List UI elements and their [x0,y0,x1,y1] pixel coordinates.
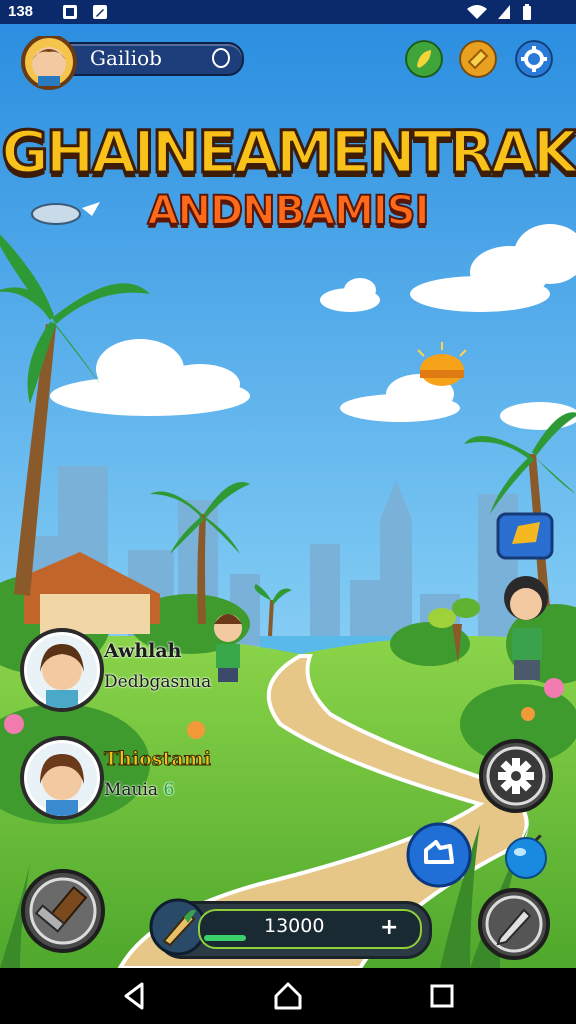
status-time: 138 [8,3,34,20]
game-title: GHAINEAMENTRAK [0,117,576,188]
gear-icon[interactable] [515,40,553,78]
hammer-button[interactable] [20,868,106,954]
status-bar: 138 [0,0,576,24]
recycle-button[interactable] [406,822,472,888]
character-avatar[interactable] [20,628,104,712]
resource-value: 13000 [264,915,325,937]
add-resource-button[interactable]: + [380,915,398,940]
character-name: Awhlah [104,640,182,662]
settings-action-button[interactable] [478,738,554,814]
system-nav-bar [0,968,576,1024]
resource-fill [204,935,246,941]
battery-icon [523,4,531,20]
character-name: Thiostami [104,748,212,771]
back-icon[interactable] [118,980,150,1012]
signal-icon [498,5,510,19]
character-portrait [40,754,84,816]
resource-bar: 13000 + [148,895,432,959]
home-icon[interactable] [272,980,304,1012]
game-subtitle: ANDNBAMISI [147,187,431,235]
character-subtitle: Dedbgasnua [104,672,212,692]
crate-badge [496,512,554,560]
player-profile[interactable]: Gailiob [20,36,244,90]
player-avatar[interactable] [20,36,78,94]
coin-icon[interactable] [459,40,497,78]
character-subtitle: Mauia 6 [104,780,174,800]
character-card[interactable]: Thiostami Mauia 6 [20,736,260,820]
leaf-icon[interactable] [405,40,443,78]
character-card[interactable]: Awhlah Dedbgasnua [20,628,260,712]
gem-orb-icon[interactable] [502,830,550,882]
character-count: 6 [163,780,175,800]
character-portrait [40,644,84,708]
character-subtitle-text: Mauia [104,780,159,800]
wifi-icon [467,5,487,19]
recent-apps-icon[interactable] [426,980,458,1012]
edit-button[interactable] [476,886,552,962]
status-ring-icon [212,48,230,68]
pen-icon [93,5,107,19]
image-icon [63,5,77,19]
player-name: Gailiob [90,46,162,70]
character-avatar[interactable] [20,736,104,820]
